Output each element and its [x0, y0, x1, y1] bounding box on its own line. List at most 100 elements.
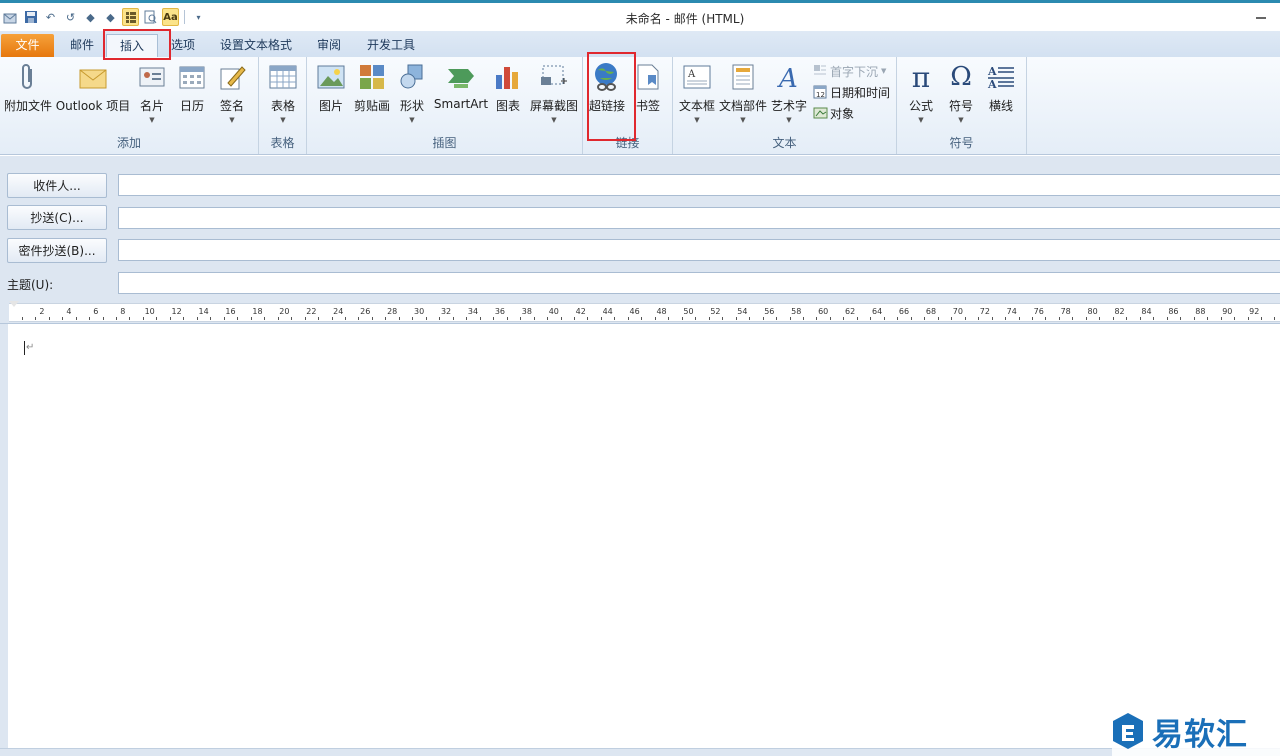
svg-text:A: A — [687, 69, 696, 80]
ruler-tick — [358, 317, 360, 320]
ruler-tick — [668, 317, 670, 320]
group-label-add: 添加 — [116, 136, 141, 150]
ruler-number: 66 — [898, 307, 910, 316]
ruler-number: 88 — [1195, 307, 1206, 316]
bookmark-button[interactable]: 书签 — [631, 61, 665, 133]
ruler-tick — [722, 317, 724, 320]
drop-cap-icon — [813, 64, 827, 78]
title-bar: ↶ ↺ ◆ ◆ Aa ▾ 未命名 - 邮件 (HTML) — [0, 3, 1280, 31]
ruler-tick — [533, 317, 535, 320]
ruler-tick — [1234, 317, 1236, 320]
tab-mail[interactable]: 邮件 — [60, 34, 104, 57]
ruler-tick — [210, 317, 212, 320]
ruler-number: 12 — [171, 307, 182, 316]
watermark-logo-icon — [1113, 713, 1143, 749]
ruler-tick — [1085, 317, 1087, 320]
signature-pen-icon — [217, 61, 247, 93]
signature-button[interactable]: 签名 ▼ — [214, 61, 250, 133]
message-body[interactable]: ↵ — [0, 324, 1280, 750]
ruler-number: 2 — [39, 307, 45, 316]
to-field[interactable] — [118, 174, 1280, 196]
to-button[interactable]: 收件人... — [7, 173, 107, 198]
ruler-tick — [843, 317, 845, 320]
table-button[interactable]: 表格 ▼ — [265, 61, 301, 133]
ruler-tick — [560, 317, 562, 320]
ruler-tick — [62, 317, 64, 320]
ruler-number: 20 — [279, 307, 290, 316]
bcc-field[interactable] — [118, 239, 1280, 261]
ruler-tick — [183, 317, 185, 320]
wordart-button[interactable]: A 艺术字 ▼ — [769, 61, 809, 133]
ruler-tick — [641, 317, 643, 320]
object-button[interactable]: 对象 — [813, 103, 854, 123]
dropdown-arrow-icon: ▼ — [918, 116, 924, 124]
ruler-tick — [1126, 317, 1128, 320]
equation-button[interactable]: π 公式 ▼ — [903, 61, 939, 133]
textbox-button[interactable]: A 文本框 ▼ — [677, 61, 717, 133]
clipart-button[interactable]: 剪贴画 — [353, 61, 391, 133]
ruler-tick — [1018, 317, 1020, 320]
cc-button[interactable]: 抄送(C)... — [7, 205, 107, 230]
tab-options[interactable]: 选项 — [164, 34, 202, 57]
ruler-tick — [749, 317, 751, 320]
group-label-table: 表格 — [270, 136, 295, 150]
shapes-button[interactable]: 形状 ▼ — [395, 61, 429, 133]
calendar-button[interactable]: 日历 — [174, 61, 210, 133]
ruler-tick — [1180, 317, 1182, 320]
horizontal-line-button[interactable]: AA 横线 — [983, 61, 1019, 133]
hyperlink-button[interactable]: 超链接 — [588, 61, 626, 133]
subject-field[interactable] — [118, 272, 1280, 294]
ruler-tick — [964, 317, 966, 320]
screenshot-button[interactable]: 屏幕截图 ▼ — [529, 61, 579, 133]
outlook-item-button[interactable]: Outlook 项目 — [56, 61, 130, 133]
tab-insert[interactable]: 插入 — [106, 34, 158, 57]
ruler-number: 22 — [306, 307, 317, 316]
ruler-tick — [156, 317, 158, 320]
ruler-tick — [291, 317, 293, 320]
svg-text:12: 12 — [816, 91, 825, 99]
picture-button[interactable]: 图片 — [313, 61, 349, 133]
ruler-tick — [708, 317, 710, 320]
svg-text:A: A — [987, 78, 997, 91]
ruler-tick — [991, 317, 993, 320]
ruler-tick — [250, 317, 252, 320]
indent-marker[interactable] — [9, 301, 19, 307]
tab-review[interactable]: 审阅 — [308, 34, 350, 57]
ruler-strip: 2 4 6 8 10 12 14 16 18 20 22 24 26 28 30 32 34 36 38 40 42 44… — [9, 303, 1280, 322]
ruler-tick — [924, 317, 926, 320]
ruler-tick — [1072, 317, 1074, 320]
dropdown-arrow-icon: ▼ — [409, 116, 415, 124]
business-card-button[interactable]: 名片 ▼ — [134, 61, 170, 133]
tab-file[interactable]: 文件 — [1, 34, 54, 57]
ruler-tick — [1112, 317, 1114, 320]
date-time-button[interactable]: 12 日期和时间 — [813, 82, 890, 102]
smartart-button[interactable]: SmartArt — [433, 61, 489, 133]
ruler-number: 62 — [845, 307, 856, 316]
textbox-icon: A — [682, 61, 712, 93]
chart-button[interactable]: 图表 — [491, 61, 525, 133]
bcc-button[interactable]: 密件抄送(B)... — [7, 238, 107, 263]
dropdown-arrow-icon: ▼ — [229, 116, 235, 124]
symbol-button[interactable]: Ω 符号 ▼ — [943, 61, 979, 133]
dropdown-arrow-icon: ▼ — [881, 67, 887, 75]
attach-file-button[interactable]: 附加文件 — [4, 61, 52, 133]
minimize-icon[interactable] — [1256, 17, 1266, 19]
dropdown-arrow-icon: ▼ — [551, 116, 557, 124]
ruler-tick — [129, 317, 131, 320]
ruler-tick — [897, 317, 899, 320]
tab-developer[interactable]: 开发工具 — [358, 34, 424, 57]
group-text: A 文本框 ▼ 文档部件 ▼ A 艺术字 ▼ 首字下沉 ▼ 12 日期和时间 对… — [673, 57, 897, 154]
tab-format-text[interactable]: 设置文本格式 — [212, 34, 300, 57]
ruler-number: 16 — [225, 307, 236, 316]
ruler-tick — [318, 317, 320, 320]
quick-parts-button[interactable]: 文档部件 ▼ — [719, 61, 767, 133]
date-time-icon: 12 — [813, 85, 827, 99]
ruler-number: 54 — [737, 307, 748, 316]
ruler-tick — [277, 317, 279, 320]
group-add: 附加文件 Outlook 项目 名片 ▼ 日历 签名 ▼ 添加 — [0, 57, 259, 154]
drop-cap-button[interactable]: 首字下沉 ▼ — [813, 61, 886, 81]
ruler-tick — [614, 317, 616, 320]
paragraph-mark: ↵ — [26, 342, 35, 353]
ruler-tick — [1247, 317, 1249, 320]
cc-field[interactable] — [118, 207, 1280, 229]
